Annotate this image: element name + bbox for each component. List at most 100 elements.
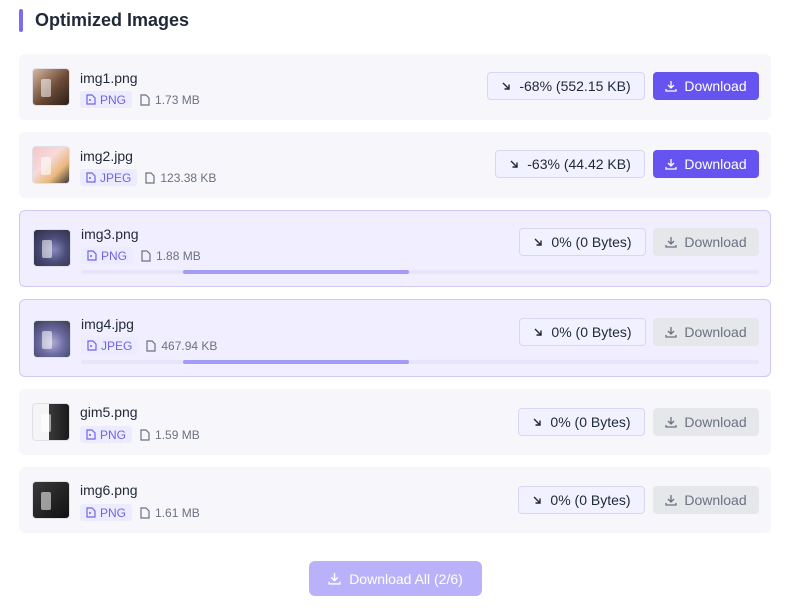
download-icon <box>665 159 678 170</box>
format-badge: PNG <box>81 247 134 264</box>
file-size: 123.38 KB <box>145 171 216 185</box>
arrow-down-right-icon <box>534 328 543 336</box>
file-image-icon <box>87 250 97 261</box>
compression-ratio: 0% (0 Bytes) <box>519 228 646 256</box>
page-title: Optimized Images <box>35 9 190 30</box>
download-label: Download <box>684 492 747 508</box>
progress-bar-fill <box>183 360 409 364</box>
compression-ratio-label: 0% (0 Bytes) <box>551 324 632 340</box>
download-icon <box>665 417 678 428</box>
download-button[interactable]: Download <box>653 72 759 100</box>
download-label: Download <box>684 78 747 94</box>
image-row: img2.jpg JPEG 123.38 KB -63% (44.42 KB) … <box>19 132 771 198</box>
section-header: Optimized Images <box>19 8 189 32</box>
progress-bar <box>81 360 759 364</box>
image-thumbnail <box>32 68 70 106</box>
file-meta: PNG 1.73 MB <box>80 91 200 108</box>
file-size-label: 1.88 MB <box>156 248 201 263</box>
download-label: Download <box>684 234 747 250</box>
image-row: img1.png PNG 1.73 MB -68% (552.15 KB) Do… <box>19 54 771 120</box>
file-meta: PNG 1.88 MB <box>81 247 201 264</box>
image-thumbnail <box>33 229 71 267</box>
file-image-icon <box>86 429 96 440</box>
file-icon <box>140 93 150 106</box>
compression-ratio-label: -68% (552.15 KB) <box>519 78 631 94</box>
download-button[interactable]: Download <box>653 486 759 514</box>
file-meta: JPEG 467.94 KB <box>81 337 217 354</box>
compression-ratio: 0% (0 Bytes) <box>518 408 645 436</box>
file-size-label: 123.38 KB <box>160 170 217 185</box>
download-button[interactable]: Download <box>653 228 759 256</box>
file-size-label: 1.59 MB <box>155 427 200 442</box>
image-thumbnail <box>33 320 71 358</box>
download-button[interactable]: Download <box>653 150 759 178</box>
format-badge: JPEG <box>81 337 139 354</box>
image-row: img4.jpg JPEG 467.94 KB 0% (0 Bytes) Dow… <box>19 299 771 377</box>
download-icon <box>328 573 341 585</box>
file-meta: PNG 1.61 MB <box>80 504 200 521</box>
arrow-down-right-icon <box>502 82 511 90</box>
format-label: PNG <box>100 427 127 442</box>
header-accent-bar <box>19 8 23 32</box>
file-name: img2.jpg <box>80 148 133 164</box>
file-name: img1.png <box>80 70 138 86</box>
download-label: Download <box>684 156 747 172</box>
file-name: img6.png <box>80 482 138 498</box>
file-icon <box>146 339 156 352</box>
arrow-down-right-icon <box>533 418 542 426</box>
file-size-label: 467.94 KB <box>161 338 218 353</box>
format-label: PNG <box>101 248 128 263</box>
file-size: 1.61 MB <box>140 506 200 520</box>
file-icon <box>140 428 150 441</box>
download-button[interactable]: Download <box>653 318 759 346</box>
file-name: img4.jpg <box>81 316 134 332</box>
compression-ratio: -63% (44.42 KB) <box>495 150 645 178</box>
download-all-label: Download All (2/6) <box>349 570 463 587</box>
file-size: 1.59 MB <box>140 428 200 442</box>
file-size-label: 1.73 MB <box>155 92 200 107</box>
file-meta: PNG 1.59 MB <box>80 426 200 443</box>
format-badge: JPEG <box>80 169 138 186</box>
file-name: gim5.png <box>80 404 138 420</box>
compression-ratio-label: -63% (44.42 KB) <box>527 156 631 172</box>
format-label: JPEG <box>101 338 133 353</box>
compression-ratio: -68% (552.15 KB) <box>487 72 645 100</box>
compression-ratio-label: 0% (0 Bytes) <box>551 234 632 250</box>
compression-ratio-label: 0% (0 Bytes) <box>550 414 631 430</box>
image-thumbnail <box>32 146 70 184</box>
format-badge: PNG <box>80 504 133 521</box>
download-icon <box>665 495 678 506</box>
file-image-icon <box>87 340 97 351</box>
arrow-down-right-icon <box>510 160 518 168</box>
file-icon <box>141 249 151 262</box>
format-badge: PNG <box>80 91 133 108</box>
image-row: img3.png PNG 1.88 MB 0% (0 Bytes) Downlo… <box>19 210 771 287</box>
download-label: Download <box>684 414 747 430</box>
image-row: gim5.png PNG 1.59 MB 0% (0 Bytes) Downlo… <box>19 389 771 455</box>
compression-ratio: 0% (0 Bytes) <box>518 486 645 514</box>
progress-bar <box>81 270 759 274</box>
file-image-icon <box>86 172 96 183</box>
compression-ratio-label: 0% (0 Bytes) <box>550 492 631 508</box>
download-icon <box>665 81 678 92</box>
file-size: 1.73 MB <box>140 93 200 107</box>
format-label: PNG <box>100 505 127 520</box>
file-meta: JPEG 123.38 KB <box>80 169 216 186</box>
arrow-down-right-icon <box>533 496 542 504</box>
file-name: img3.png <box>81 226 139 242</box>
image-thumbnail <box>32 481 70 519</box>
file-image-icon <box>86 507 96 518</box>
format-label: JPEG <box>100 170 132 185</box>
compression-ratio: 0% (0 Bytes) <box>519 318 646 346</box>
file-icon <box>140 506 150 519</box>
file-size: 1.88 MB <box>141 249 201 263</box>
download-icon <box>665 327 678 338</box>
file-icon <box>145 171 155 184</box>
download-label: Download <box>684 324 747 340</box>
download-all-button[interactable]: Download All (2/6) <box>309 561 482 596</box>
download-button[interactable]: Download <box>653 408 759 436</box>
image-row: img6.png PNG 1.61 MB 0% (0 Bytes) Downlo… <box>19 467 771 533</box>
format-label: PNG <box>100 92 127 107</box>
file-image-icon <box>86 94 96 105</box>
arrow-down-right-icon <box>534 238 543 246</box>
